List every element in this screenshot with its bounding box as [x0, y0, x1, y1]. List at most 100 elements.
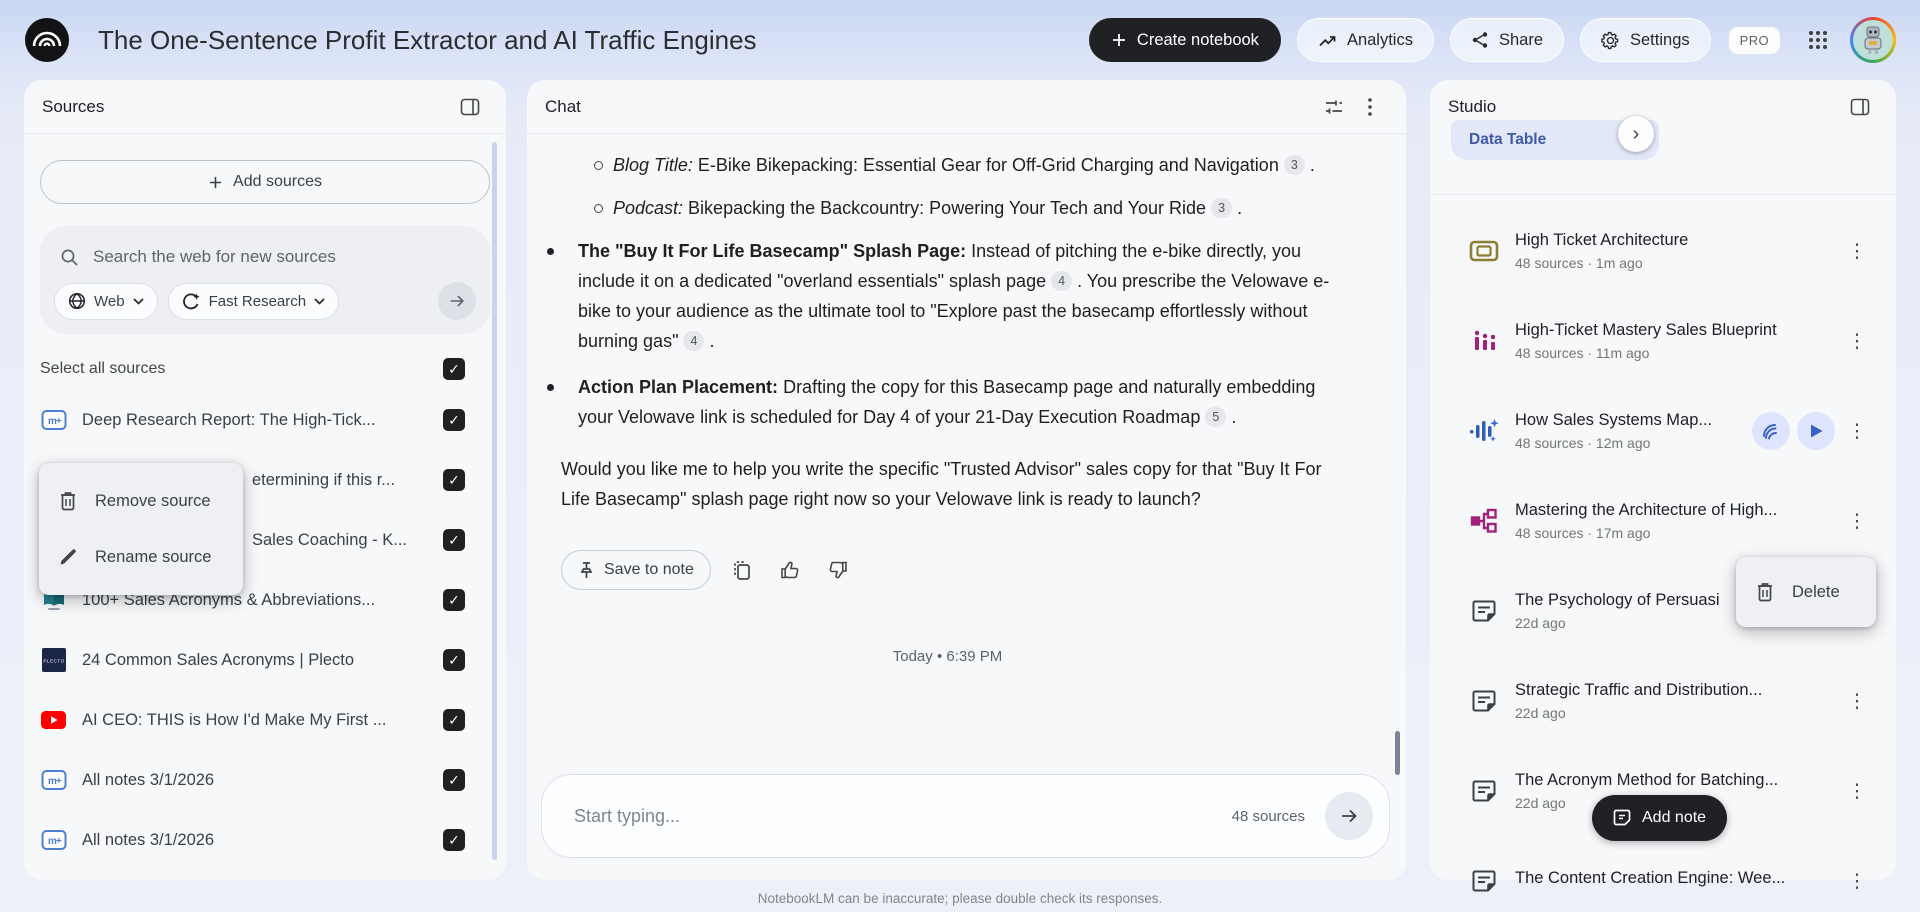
trash-icon: [1758, 583, 1772, 602]
source-checkbox[interactable]: ✓: [443, 649, 465, 671]
search-icon: [61, 249, 78, 266]
studio-item[interactable]: Mastering the Architecture of High... 48…: [1430, 476, 1896, 566]
chat-bullet: The "Buy It For Life Basecamp" Splash Pa…: [547, 236, 1334, 356]
plus-icon: [209, 176, 222, 188]
research-mode-dropdown[interactable]: Fast Research: [167, 282, 340, 320]
note-icon: [1467, 688, 1501, 714]
settings-button[interactable]: Settings: [1580, 18, 1711, 62]
source-checkbox[interactable]: ✓: [443, 529, 465, 551]
source-row[interactable]: AI CEO: THIS is How I'd Make My First ..…: [40, 690, 490, 750]
play-audio-button[interactable]: [1797, 412, 1835, 450]
arrow-right-icon: [1342, 809, 1357, 823]
chat-message-area: Blog Title: E-Bike Bikepacking: Essentia…: [527, 134, 1406, 672]
share-button[interactable]: Share: [1449, 18, 1564, 62]
flashcards-icon: [1467, 239, 1501, 263]
note-icon: [1467, 778, 1501, 804]
chat-input[interactable]: [572, 804, 1232, 828]
share-icon: [1472, 32, 1488, 48]
citation-chip[interactable]: 4: [683, 331, 705, 351]
web-search-card: Web Fast Research: [40, 226, 490, 334]
chevron-down-icon: [133, 297, 144, 305]
notebook-title[interactable]: The One-Sentence Profit Extractor and AI…: [98, 25, 757, 56]
thumb-up-icon[interactable]: [773, 553, 807, 587]
chat-response-actions: Save to note: [561, 550, 1334, 590]
source-checkbox[interactable]: ✓: [443, 709, 465, 731]
pushpin-icon: [580, 561, 593, 578]
chat-sub-bullet: Blog Title: E-Bike Bikepacking: Essentia…: [561, 150, 1334, 180]
source-row[interactable]: m + Deep Research Report: The High-Tick..…: [40, 390, 490, 450]
copy-icon[interactable]: [725, 553, 759, 587]
source-checkbox[interactable]: ✓: [443, 589, 465, 611]
delete-menu-item[interactable]: Delete: [1736, 567, 1876, 617]
chat-bullet: Action Plan Placement: Drafting the copy…: [547, 372, 1334, 432]
studio-panel-title: Studio: [1448, 97, 1497, 116]
note-source-icon: m +: [40, 769, 67, 791]
hand-wave-icon: [1763, 424, 1777, 440]
web-filter-dropdown[interactable]: Web: [54, 282, 158, 320]
citation-chip[interactable]: 4: [1051, 271, 1073, 291]
sources-scrollbar[interactable]: [492, 142, 497, 860]
user-avatar[interactable]: [1850, 17, 1896, 63]
studio-item[interactable]: High Ticket Architecture 48 sources · 1m…: [1430, 206, 1896, 296]
sparkle-search-icon: [182, 293, 200, 309]
chat-panel-title: Chat: [545, 96, 581, 116]
source-context-menu: Remove source Rename source: [39, 463, 243, 595]
source-checkbox[interactable]: ✓: [443, 469, 465, 491]
studio-item-more-icon[interactable]: ⋮: [1842, 506, 1872, 536]
interactive-mode-button[interactable]: [1752, 412, 1790, 450]
notebooklm-logo-icon[interactable]: [24, 17, 70, 63]
add-sources-button[interactable]: Add sources: [40, 160, 490, 204]
source-row[interactable]: m + All notes 3/1/2026 ✓: [40, 810, 490, 870]
source-checkbox[interactable]: ✓: [443, 409, 465, 431]
pro-badge: PRO: [1728, 26, 1780, 54]
chat-more-options-icon[interactable]: [1352, 89, 1388, 125]
plus-icon: [1112, 34, 1125, 46]
select-all-checkbox[interactable]: ✓: [443, 358, 465, 380]
studio-item-more-icon[interactable]: ⋮: [1842, 326, 1872, 356]
chip-scroll-right-button[interactable]: ›: [1618, 116, 1654, 152]
studio-divider: [1430, 194, 1896, 195]
chat-paragraph: Would you like me to help you write the …: [561, 459, 1322, 509]
add-note-button[interactable]: Add note: [1592, 795, 1728, 841]
svg-text:+: +: [56, 416, 62, 427]
studio-item-more-icon[interactable]: ⋮: [1842, 416, 1872, 446]
studio-item[interactable]: High-Ticket Mastery Sales Blueprint 48 s…: [1430, 296, 1896, 386]
remove-source-menu-item[interactable]: Remove source: [39, 473, 243, 529]
sources-list: m + Deep Research Report: The High-Tick..…: [40, 390, 490, 870]
studio-item[interactable]: How Sales Systems Map... 48 sources · 12…: [1430, 386, 1896, 476]
source-row[interactable]: m + All notes 3/1/2026 ✓: [40, 750, 490, 810]
mind-map-icon: [1467, 508, 1501, 534]
source-checkbox[interactable]: ✓: [443, 829, 465, 851]
chat-settings-icon[interactable]: [1316, 89, 1352, 125]
search-submit-button[interactable]: [438, 282, 476, 320]
studio-item-more-icon[interactable]: ⋮: [1842, 236, 1872, 266]
google-apps-grid-icon[interactable]: [1800, 22, 1836, 58]
citation-chip[interactable]: 3: [1211, 198, 1233, 218]
studio-item-more-icon[interactable]: ⋮: [1842, 686, 1872, 716]
collapse-sources-panel-icon[interactable]: [452, 89, 488, 125]
source-row[interactable]: PLECTO 24 Common Sales Acronyms | Plecto…: [40, 630, 490, 690]
note-plus-icon: [1613, 809, 1631, 826]
analytics-button[interactable]: Analytics: [1296, 18, 1434, 62]
source-checkbox[interactable]: ✓: [443, 769, 465, 791]
plecto-favicon-icon: PLECTO: [40, 648, 67, 672]
globe-icon: [68, 292, 86, 310]
rename-source-menu-item[interactable]: Rename source: [39, 529, 243, 585]
svg-text:+: +: [56, 836, 62, 847]
studio-item[interactable]: Strategic Traffic and Distribution... 22…: [1430, 656, 1896, 746]
robot-avatar-image: [1864, 26, 1882, 54]
trash-icon: [61, 492, 75, 511]
citation-chip[interactable]: 5: [1205, 407, 1227, 427]
chat-timestamp: Today • 6:39 PM: [892, 648, 1003, 665]
send-message-button[interactable]: [1325, 792, 1373, 840]
create-notebook-button[interactable]: Create notebook: [1088, 18, 1281, 62]
notebooklm-app: The One-Sentence Profit Extractor and AI…: [0, 0, 1920, 912]
thumb-down-icon[interactable]: [821, 553, 855, 587]
note-source-icon: m +: [40, 829, 67, 851]
chat-scrollbar[interactable]: [1395, 731, 1400, 775]
citation-chip[interactable]: 3: [1283, 155, 1305, 175]
save-to-note-button[interactable]: Save to note: [561, 550, 711, 590]
studio-item-more-icon[interactable]: ⋮: [1842, 776, 1872, 806]
web-search-input[interactable]: [91, 246, 470, 268]
expand-studio-panel-icon[interactable]: [1842, 89, 1878, 125]
